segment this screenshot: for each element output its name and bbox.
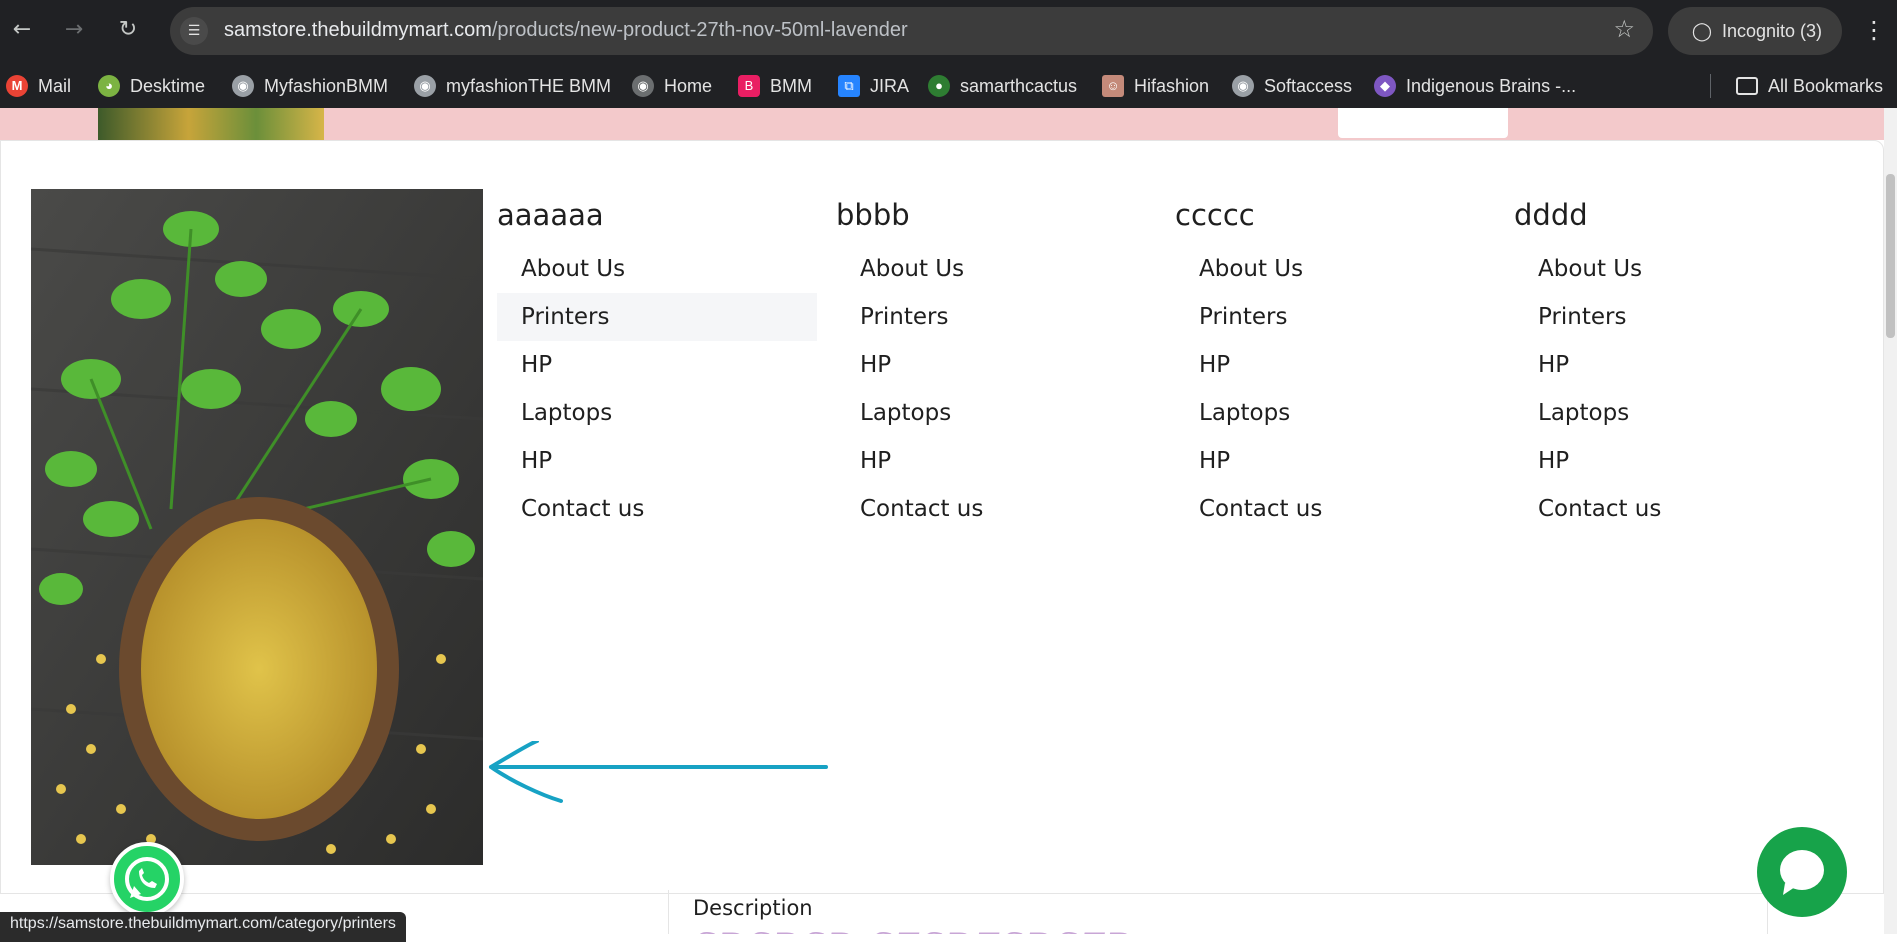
bookmarks-divider bbox=[1710, 74, 1711, 98]
bookmark-samarthcactus[interactable]: ● samarthcactus bbox=[928, 74, 1077, 98]
bookmark-indigenous-brains[interactable]: ◆ Indigenous Brains -... bbox=[1374, 74, 1576, 98]
menu-link-contact-us[interactable]: Contact us bbox=[836, 485, 1156, 533]
incognito-icon: ◯ bbox=[1691, 21, 1713, 41]
chat-widget-button[interactable] bbox=[1757, 827, 1847, 917]
menu-link-printers[interactable]: Printers bbox=[1175, 293, 1495, 341]
menu-link-printers[interactable]: Printers bbox=[1514, 293, 1834, 341]
menu-link-about-us[interactable]: About Us bbox=[1175, 245, 1495, 293]
menu-column-heading: dddd bbox=[1514, 198, 1588, 232]
globe-icon: ◉ bbox=[632, 75, 654, 97]
menu-link-laptops[interactable]: Laptops bbox=[497, 389, 817, 437]
status-bar-url: https://samstore.thebuildmymart.com/cate… bbox=[0, 912, 406, 942]
star-icon[interactable]: ☆ bbox=[1613, 15, 1635, 43]
desktime-icon: ◕ bbox=[98, 75, 120, 97]
globe-icon: ◉ bbox=[1232, 75, 1254, 97]
back-icon[interactable]: ← bbox=[6, 14, 38, 46]
description-text: SDSDSD SFSDFSDSFD bbox=[693, 926, 1135, 934]
url-text[interactable]: samstore.thebuildmymart.com/products/new… bbox=[224, 19, 908, 42]
menu-link-printers[interactable]: Printers bbox=[836, 293, 1156, 341]
menu-link-hp[interactable]: HP bbox=[1514, 341, 1834, 389]
menu-column-heading: bbbb bbox=[836, 198, 910, 232]
menu-link-hp[interactable]: HP bbox=[836, 437, 1156, 485]
menu-column-ccccc: ccccc About Us Printers HP Laptops HP Co… bbox=[1175, 191, 1495, 533]
menu-link-contact-us[interactable]: Contact us bbox=[497, 485, 817, 533]
menu-link-laptops[interactable]: Laptops bbox=[1175, 389, 1495, 437]
menu-link-about-us[interactable]: About Us bbox=[497, 245, 817, 293]
menu-link-hp[interactable]: HP bbox=[1514, 437, 1834, 485]
jira-icon: ⧉ bbox=[838, 75, 860, 97]
menu-link-hp[interactable]: HP bbox=[836, 341, 1156, 389]
bmm-icon: B bbox=[738, 75, 760, 97]
bookmarks-bar: M Mail ◕ Desktime ◉ MyfashionBMM ◉ myfashion… bbox=[0, 64, 1897, 108]
bookmark-myfashionthebmm[interactable]: ◉ myfashionTHE BMM bbox=[414, 74, 611, 98]
cactus-icon: ● bbox=[928, 75, 950, 97]
incognito-button[interactable]: ◯ Incognito (3) bbox=[1668, 7, 1842, 55]
bookmark-bmm[interactable]: B BMM bbox=[738, 74, 812, 98]
menu-column-dddd: dddd About Us Printers HP Laptops HP Con… bbox=[1514, 191, 1834, 533]
menu-column-heading: aaaaaa bbox=[497, 198, 604, 232]
header-search-box[interactable] bbox=[1338, 108, 1508, 138]
chat-bubble-icon bbox=[1780, 850, 1824, 895]
header-thumbnail bbox=[98, 108, 324, 140]
browser-toolbar: ← → ↻ ☰ samstore.thebuildmymart.com/prod… bbox=[0, 0, 1897, 64]
product-description: Description SDSDSD SFSDFSDSFD bbox=[668, 890, 1768, 934]
bookmark-myfashionbmm[interactable]: ◉ MyfashionBMM bbox=[232, 74, 388, 98]
header-strip bbox=[0, 108, 1897, 140]
all-bookmarks[interactable]: All Bookmarks bbox=[1736, 74, 1883, 98]
menu-promo-image[interactable] bbox=[31, 189, 483, 865]
menu-link-laptops[interactable]: Laptops bbox=[836, 389, 1156, 437]
menu-link-laptops[interactable]: Laptops bbox=[1514, 389, 1834, 437]
folder-icon bbox=[1736, 77, 1758, 95]
menu-column-heading: ccccc bbox=[1175, 198, 1255, 232]
reload-icon[interactable]: ↻ bbox=[112, 14, 144, 46]
scrollbar-thumb[interactable] bbox=[1886, 174, 1895, 338]
bookmark-mail[interactable]: M Mail bbox=[6, 74, 71, 98]
menu-link-contact-us[interactable]: Contact us bbox=[1514, 485, 1834, 533]
globe-icon: ◉ bbox=[232, 75, 254, 97]
bookmark-softaccess[interactable]: ◉ Softaccess bbox=[1232, 74, 1352, 98]
bookmark-home[interactable]: ◉ Home bbox=[632, 74, 712, 98]
indigenous-icon: ◆ bbox=[1374, 75, 1396, 97]
menu-link-hp[interactable]: HP bbox=[1175, 437, 1495, 485]
address-bar[interactable]: ☰ samstore.thebuildmymart.com/products/n… bbox=[170, 7, 1653, 55]
whatsapp-button[interactable] bbox=[110, 842, 184, 916]
page-scrollbar[interactable] bbox=[1884, 108, 1897, 934]
page-content: aaaaaa About Us Printers HP Laptops HP C… bbox=[0, 108, 1897, 934]
hifashion-icon: ☺ bbox=[1102, 75, 1124, 97]
menu-link-contact-us[interactable]: Contact us bbox=[1175, 485, 1495, 533]
more-vert-icon[interactable]: ⋮ bbox=[1862, 14, 1886, 46]
menu-link-hp[interactable]: HP bbox=[497, 437, 817, 485]
whatsapp-icon bbox=[125, 857, 169, 901]
gmail-icon: M bbox=[6, 75, 28, 97]
forward-icon[interactable]: → bbox=[58, 14, 90, 46]
menu-link-printers[interactable]: Printers bbox=[497, 293, 817, 341]
menu-link-hp[interactable]: HP bbox=[1175, 341, 1495, 389]
annotation-arrow bbox=[489, 741, 828, 803]
menu-link-about-us[interactable]: About Us bbox=[1514, 245, 1834, 293]
menu-column-aaaaaa: aaaaaa About Us Printers HP Laptops HP C… bbox=[497, 191, 817, 533]
bookmark-desktime[interactable]: ◕ Desktime bbox=[98, 74, 205, 98]
description-label: Description bbox=[693, 896, 813, 920]
globe-icon: ◉ bbox=[414, 75, 436, 97]
menu-link-hp[interactable]: HP bbox=[497, 341, 817, 389]
fenugreek-image bbox=[31, 189, 483, 865]
bookmark-hifashion[interactable]: ☺ Hifashion bbox=[1102, 74, 1209, 98]
menu-link-about-us[interactable]: About Us bbox=[836, 245, 1156, 293]
bookmark-jira[interactable]: ⧉ JIRA bbox=[838, 74, 909, 98]
mega-menu: aaaaaa About Us Printers HP Laptops HP C… bbox=[0, 140, 1884, 894]
site-info-icon[interactable]: ☰ bbox=[180, 17, 208, 45]
menu-column-bbbb: bbbb About Us Printers HP Laptops HP Con… bbox=[836, 191, 1156, 533]
